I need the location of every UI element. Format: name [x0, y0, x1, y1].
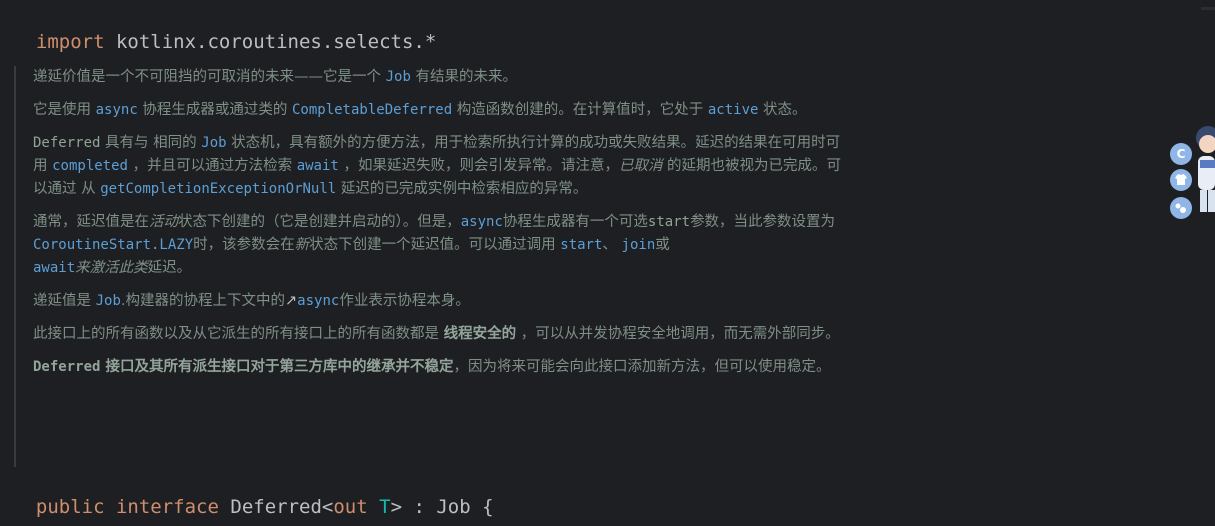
doc-text: 此接口上的所有函数以及从它派生的所有接口上的所有函数都是 — [33, 326, 444, 342]
doc-link-completed[interactable]: completed — [52, 158, 128, 174]
doc-text: 延迟的已完成实例中检索相应的异常。 — [336, 181, 588, 197]
doc-text: 或 — [655, 237, 670, 253]
doc-italic-active: 活动 — [149, 214, 178, 230]
doc-text: ，如果延迟失败，则会引发异常。请注意， — [338, 158, 619, 174]
doc-code-start: start — [647, 214, 691, 230]
doc-paragraph-4: 通常，延迟值是在活动状态下创建的（它是创建并启动的）。但是，async协程生成器… — [33, 211, 846, 280]
doc-text: ，可以从并发协程安全地调用，而无需外部同步。 — [516, 326, 840, 342]
type-parameter: T — [379, 496, 391, 518]
doc-text: ，并且可以通过方法检索 — [127, 158, 297, 174]
doc-text: 通常，延迟值是在 — [33, 214, 149, 230]
doc-text: 具有与 相同的 — [100, 135, 202, 151]
mascot-character-icon[interactable] — [1194, 118, 1215, 236]
doc-text: 状态。 — [758, 102, 807, 118]
doc-paragraph-3: Deferred 具有与 相同的 Job 状态机，具有额外的方便方法，用于检索所… — [33, 132, 846, 201]
import-path: kotlinx.coroutines.selects.* — [104, 31, 437, 53]
doc-paragraph-5: 递延值是 Job.构建器的协程上下文中的↗async作业表示协程本身。 — [33, 290, 846, 313]
supertype-clause: > : Job { — [390, 496, 494, 518]
dots-icon[interactable] — [1170, 197, 1192, 219]
doc-text: 作业表示协程本身。 — [339, 293, 470, 309]
out-keyword: out — [333, 496, 368, 518]
interface-keyword: interface — [115, 496, 219, 518]
public-keyword: public — [35, 496, 105, 518]
doc-link-get-completion-exception[interactable]: getCompletionExceptionOrNull — [100, 181, 336, 197]
editor-corner-marker — [1201, 0, 1215, 10]
external-link-icon: ↗ — [285, 293, 298, 309]
doc-link-job[interactable]: Job — [201, 135, 226, 151]
shirt-icon[interactable] — [1170, 169, 1192, 191]
doc-link-job[interactable]: Job — [96, 293, 121, 309]
doc-paragraph-1: 递延价值是一个不可阻挡的可取消的未来——它是一个 Job 有结果的未来。 — [33, 66, 846, 89]
doc-code-deferred: Deferred — [33, 135, 101, 151]
doc-link-completable-deferred[interactable]: CompletableDeferred — [292, 102, 452, 118]
import-statement[interactable]: import kotlinx.coroutines.selects.* — [13, 9, 436, 53]
rendered-doc-comment[interactable]: 递延价值是一个不可阻挡的可取消的未来——它是一个 Job 有结果的未来。 它是使… — [14, 66, 846, 467]
doc-italic-cancelled: 已取消 — [618, 158, 663, 174]
doc-text: .构建器的协程上下文中的 — [120, 293, 286, 309]
doc-italic-new: 新 — [294, 237, 310, 253]
doc-text: 协程生成器有一个可选 — [502, 214, 648, 230]
doc-paragraph-6: 此接口上的所有函数以及从它派生的所有接口上的所有函数都是 线程安全的 ，可以从并… — [33, 323, 846, 346]
doc-link-active[interactable]: active — [708, 102, 759, 118]
doc-text: 状态下创建的（它是创建并启动的）。但是， — [178, 214, 461, 230]
interface-name: Deferred< — [230, 496, 334, 518]
doc-link-await[interactable]: await — [33, 260, 75, 276]
interface-declaration[interactable]: public interface Deferred<out T> : Job { — [13, 474, 494, 518]
doc-text: 有结果的未来。 — [410, 69, 518, 85]
c-button[interactable]: C — [1170, 143, 1192, 165]
doc-text: 状态下创建一个延迟值。可以通过调用 — [309, 237, 561, 253]
doc-paragraph-2: 它是使用 async 协程生成器或通过类的 CompletableDeferre… — [33, 99, 846, 122]
doc-link-start[interactable]: start — [560, 237, 602, 253]
doc-text: 递延值是 — [33, 293, 96, 309]
doc-paragraph-7: Deferred 接口及其所有派生接口对于第三方库中的继承并不稳定，因为将来可能… — [33, 356, 846, 379]
doc-bold-not-stable: 接口及其所有派生接口对于第三方库中的继承并不稳定 — [100, 359, 454, 375]
doc-text: 协程生成器或通过类的 — [137, 102, 292, 118]
import-keyword: import — [35, 31, 105, 53]
doc-link-join[interactable]: join — [622, 237, 656, 253]
doc-bold-thread-safe: 线程安全的 — [443, 326, 517, 342]
floating-assistant-widget[interactable]: C — [1170, 118, 1215, 238]
doc-text: 时，该参数会在 — [193, 237, 295, 253]
doc-text: 构造函数创建的。在计算值时，它处于 — [452, 102, 708, 118]
doc-link-async[interactable]: async — [297, 293, 339, 309]
doc-text: 参数，当此参数设置为 — [690, 214, 836, 230]
doc-italic-activate: 来激活此类 — [75, 260, 148, 276]
doc-text: ，因为将来可能会向此接口添加新方法，但可以使用稳定。 — [453, 359, 831, 375]
doc-link-await[interactable]: await — [297, 158, 339, 174]
doc-text: 它是使用 — [33, 102, 96, 118]
doc-link-job[interactable]: Job — [386, 69, 411, 85]
doc-text: 、 — [602, 237, 622, 253]
doc-text: 递延价值是一个不可阻挡的可取消的未来——它是一个 — [33, 69, 386, 85]
doc-link-async[interactable]: async — [461, 214, 503, 230]
doc-text: 延迟。 — [147, 260, 192, 276]
doc-code-deferred: Deferred — [33, 359, 101, 375]
doc-link-coroutine-start-lazy[interactable]: CoroutineStart.LAZY — [33, 237, 193, 253]
doc-link-async[interactable]: async — [96, 102, 138, 118]
